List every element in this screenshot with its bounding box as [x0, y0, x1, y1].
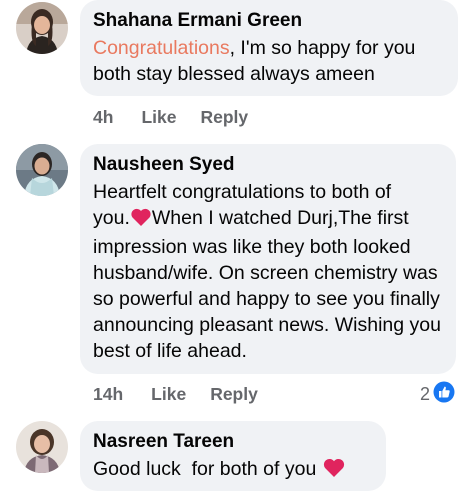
comment-bubble: Shahana Ermani Green Congratulations, I'… — [80, 0, 458, 96]
comment-actions: 14h Like Reply — [93, 384, 258, 405]
comment-time[interactable]: 14h — [93, 384, 123, 405]
reply-button[interactable]: Reply — [210, 384, 258, 405]
comment-author[interactable]: Nausheen Syed — [93, 153, 444, 177]
reaction-summary[interactable]: 2 — [420, 381, 455, 408]
like-button[interactable]: Like — [151, 384, 186, 405]
like-button[interactable]: Like — [141, 107, 176, 128]
comment-text: Good luck for both of you — [93, 456, 374, 485]
comment-text: Heartfelt congratulations to both of you… — [93, 181, 441, 362]
avatar[interactable] — [16, 2, 68, 54]
thumbs-up-icon — [433, 381, 455, 408]
highlighted-word: Congratulations — [93, 37, 230, 59]
comment-author[interactable]: Nasreen Tareen — [93, 430, 374, 454]
comment-text: Congratulations, I'm so happy for you bo… — [93, 37, 416, 85]
reaction-count: 2 — [420, 384, 431, 404]
comment-author[interactable]: Shahana Ermani Green — [93, 9, 446, 33]
comment-time[interactable]: 4h — [93, 107, 113, 128]
avatar[interactable] — [16, 421, 68, 473]
comment-actions: 4h Like Reply — [93, 107, 248, 128]
avatar[interactable] — [16, 144, 68, 196]
heart-emoji-icon — [130, 207, 152, 234]
comment-bubble: Nausheen Syed Heartfelt congratulations … — [80, 144, 456, 374]
heart-emoji-icon — [322, 457, 346, 485]
comment-bubble: Nasreen Tareen Good luck for both of you — [80, 421, 386, 491]
reply-button[interactable]: Reply — [200, 107, 248, 128]
